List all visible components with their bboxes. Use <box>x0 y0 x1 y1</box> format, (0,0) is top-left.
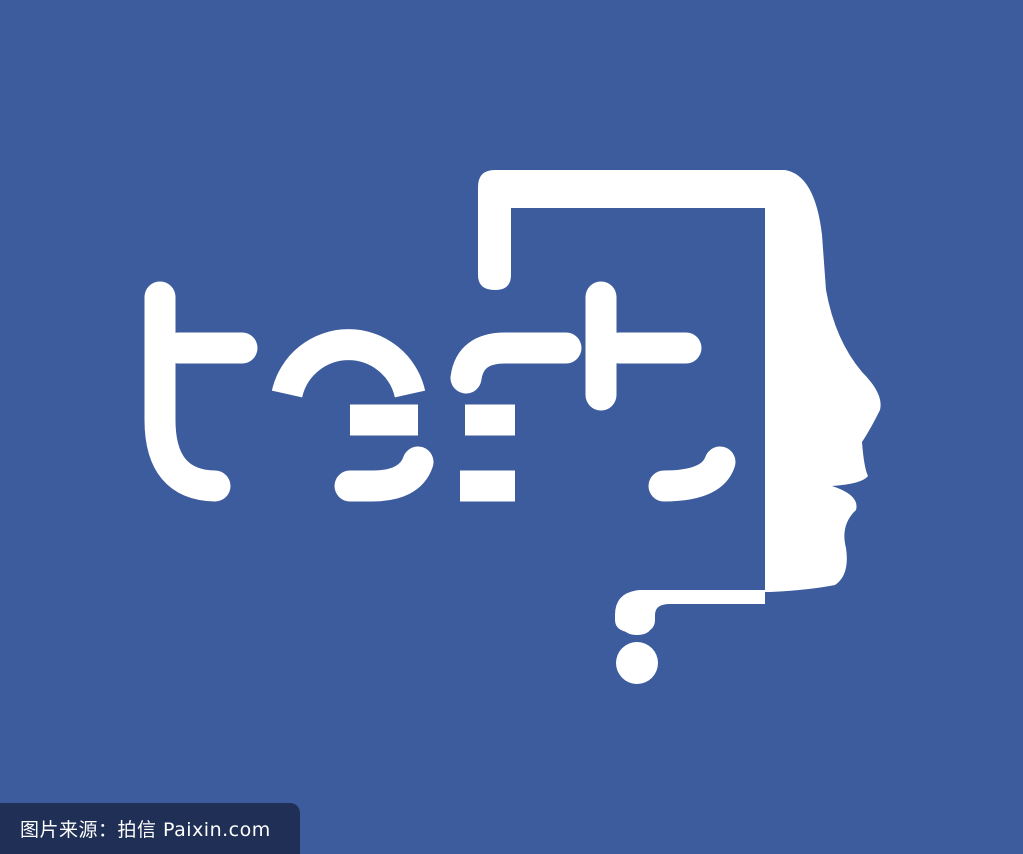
watermark-text: 图片来源：拍信 Paixin.com <box>20 819 271 841</box>
watermark-bar: 图片来源：拍信 Paixin.com <box>0 803 300 854</box>
logo-canvas: test <box>0 0 1023 854</box>
test-logo <box>0 0 1023 854</box>
question-dot <box>616 642 658 684</box>
